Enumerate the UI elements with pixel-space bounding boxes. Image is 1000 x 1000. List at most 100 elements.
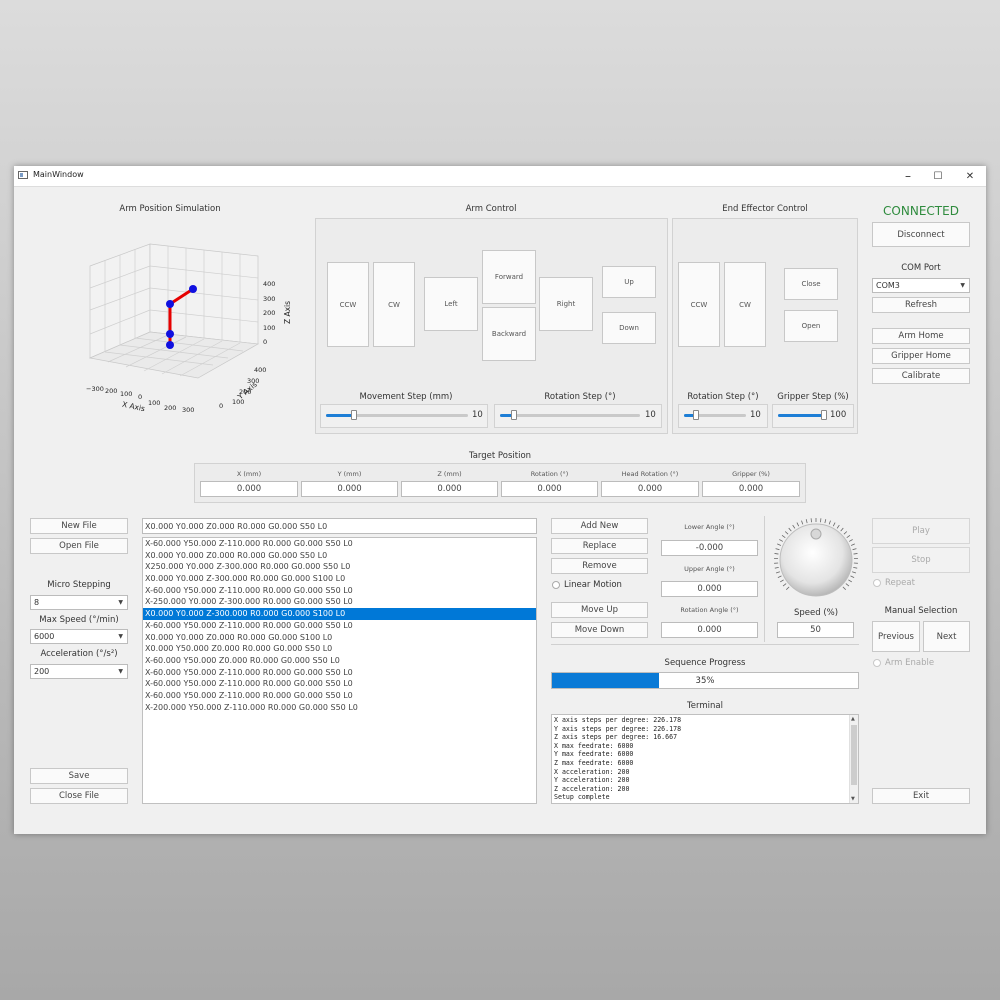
target-x-field[interactable]: 0.000 [200,481,298,497]
sequence-list-item[interactable]: X0.000 Y0.000 Z-300.000 R0.000 G0.000 S1… [143,573,536,585]
sequence-list-item[interactable]: X-60.000 Y50.000 Z-110.000 R0.000 G0.000… [143,538,536,550]
up-button[interactable]: Up [602,266,656,298]
effector-rotation-step-slider[interactable] [684,410,746,420]
next-button[interactable]: Next [923,621,970,652]
dial-tick [840,527,844,532]
target-gripper-field[interactable]: 0.000 [702,481,800,497]
sequence-list-item[interactable]: X0.000 Y0.000 Z0.000 R0.000 G0.000 S50 L… [143,550,536,562]
slider-handle[interactable] [693,410,700,420]
target-head-rotation-label: Head Rotation (°) [621,470,679,478]
dial-tick [779,579,784,583]
minimize-button[interactable]: – [892,166,924,187]
effector-ccw-button[interactable]: CCW [678,262,720,347]
forward-button[interactable]: Forward [482,250,536,304]
sequence-list-item[interactable]: X0.000 Y0.000 Z0.000 R0.000 G0.000 S100 … [143,632,536,644]
close-button[interactable]: ✕ [954,166,986,187]
close-file-button[interactable]: Close File [30,788,128,804]
arm-enable-radio[interactable] [873,659,881,667]
sequence-list-item[interactable]: X-60.000 Y50.000 Z-110.000 R0.000 G0.000… [143,620,536,632]
rotation-angle-field[interactable]: 0.000 [661,622,758,638]
left-button[interactable]: Left [424,277,478,331]
add-new-button[interactable]: Add New [551,518,648,534]
arm-joint-elbow [166,300,174,308]
dial-tick [845,583,850,587]
sequence-list-item[interactable]: X-250.000 Y0.000 Z-300.000 R0.000 G0.000… [143,596,536,608]
y-tick: 0 [219,402,224,410]
speed-field[interactable]: 50 [777,622,854,638]
refresh-button[interactable]: Refresh [872,297,970,313]
previous-button[interactable]: Previous [872,621,920,652]
sequence-list-item[interactable]: X250.000 Y0.000 Z-300.000 R0.000 G0.000 … [143,561,536,573]
repeat-radio[interactable] [873,579,881,587]
dial-tick [784,531,789,535]
sequence-list-item[interactable]: X-200.000 Y50.000 Z-110.000 R0.000 G0.00… [143,702,536,714]
target-head-rotation-field[interactable]: 0.000 [601,481,699,497]
scroll-up-icon[interactable]: ▲ [851,716,855,722]
target-y-field[interactable]: 0.000 [301,481,398,497]
arm-control-title: Arm Control [465,204,517,214]
replace-button[interactable]: Replace [551,538,648,554]
linear-motion-radio[interactable] [552,581,560,589]
sequence-list-item[interactable]: X-60.000 Y50.000 Z-110.000 R0.000 G0.000… [143,678,536,690]
disconnect-button[interactable]: Disconnect [872,222,970,247]
sequence-list-item[interactable]: X0.000 Y0.000 Z-300.000 R0.000 G0.000 S1… [143,608,536,620]
play-button[interactable]: Play [872,518,970,544]
effector-cw-button[interactable]: CW [724,262,766,347]
scroll-down-icon[interactable]: ▼ [851,796,855,802]
move-up-button[interactable]: Move Up [551,602,648,618]
maximize-button[interactable]: ☐ [922,166,954,187]
remove-button[interactable]: Remove [551,558,648,574]
arm-enable-label: Arm Enable [885,658,935,668]
terminal-scrollbar[interactable]: ▲ ▼ [849,715,858,803]
move-down-button[interactable]: Move Down [551,622,648,638]
calibrate-button[interactable]: Calibrate [872,368,970,384]
upper-angle-field[interactable]: 0.000 [661,581,758,597]
sequence-list-item[interactable]: X0.000 Y50.000 Z0.000 R0.000 G0.000 S50 … [143,643,536,655]
slider-handle[interactable] [511,410,517,420]
target-rotation-field[interactable]: 0.000 [501,481,598,497]
sequence-list-item[interactable]: X-60.000 Y50.000 Z0.000 R0.000 G0.000 S5… [143,655,536,667]
stop-button[interactable]: Stop [872,547,970,573]
max-speed-select[interactable]: 6000 ▼ [30,629,128,644]
sequence-list-item[interactable]: X-60.000 Y50.000 Z-110.000 R0.000 G0.000… [143,690,536,702]
arm-ccw-button[interactable]: CCW [327,262,369,347]
micro-stepping-select[interactable]: 8 ▼ [30,595,128,610]
acceleration-select[interactable]: 200 ▼ [30,664,128,679]
sequence-list-item[interactable]: X-60.000 Y50.000 Z-110.000 R0.000 G0.000… [143,667,536,679]
gripper-close-button[interactable]: Close [784,268,838,300]
gripper-step-slider[interactable] [778,410,827,420]
sequence-list[interactable]: X-60.000 Y50.000 Z-110.000 R0.000 G0.000… [142,537,537,804]
arm-home-button[interactable]: Arm Home [872,328,970,344]
movement-step-slider[interactable] [326,410,468,420]
rotation-step-slider[interactable] [500,410,640,420]
arm-cw-button[interactable]: CW [373,262,415,347]
right-button[interactable]: Right [539,277,593,331]
speed-dial[interactable] [772,516,860,604]
open-file-button[interactable]: Open File [30,538,128,554]
save-button[interactable]: Save [30,768,128,784]
exit-button[interactable]: Exit [872,788,970,804]
slider-handle[interactable] [351,410,358,420]
z-tick: 100 [263,323,276,332]
com-port-select[interactable]: COM3 ▼ [872,278,970,293]
new-file-button[interactable]: New File [30,518,128,534]
target-z-field[interactable]: 0.000 [401,481,498,497]
down-button[interactable]: Down [602,312,656,344]
slider-fill [326,414,355,417]
z-tick: 0 [263,338,268,346]
target-x-label: X (mm) [236,470,262,478]
slider-handle[interactable] [821,410,827,420]
x-tick: 100 [120,390,133,398]
gripper-home-button[interactable]: Gripper Home [872,348,970,364]
gripper-open-button[interactable]: Open [784,310,838,342]
lower-angle-field[interactable]: -0.000 [661,540,758,556]
backward-button[interactable]: Backward [482,307,536,361]
sequence-list-item[interactable]: X-60.000 Y50.000 Z-110.000 R0.000 G0.000… [143,585,536,597]
micro-stepping-value: 8 [34,598,40,607]
command-input[interactable]: X0.000 Y0.000 Z0.000 R0.000 G0.000 S50 L… [142,518,537,534]
effector-rotation-step-value: 10 [750,410,761,420]
max-speed-value: 6000 [34,632,55,641]
dial-tick [842,586,846,590]
scroll-thumb[interactable] [851,725,857,785]
dial-tick [774,567,779,569]
